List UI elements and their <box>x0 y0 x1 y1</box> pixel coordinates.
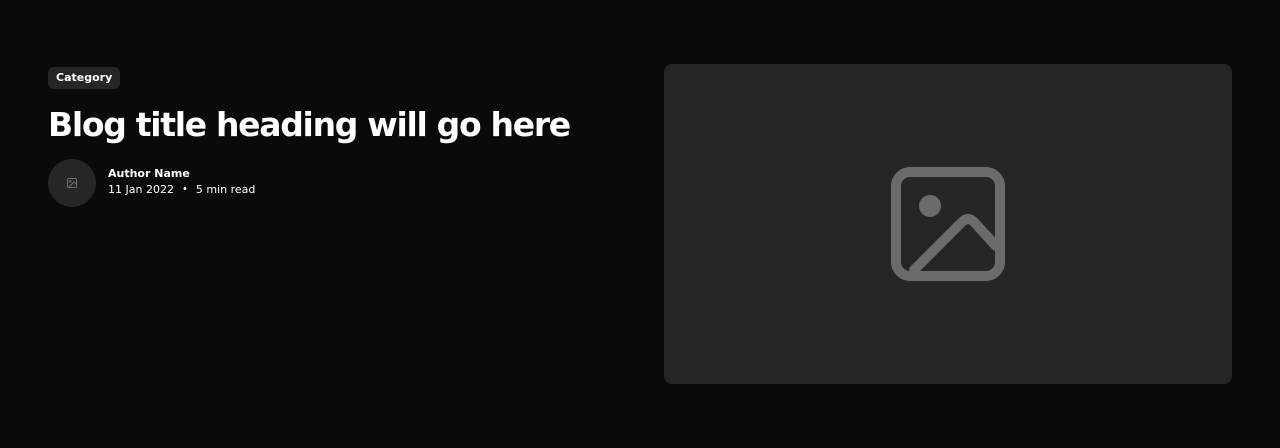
meta-separator: • <box>181 184 188 195</box>
author-block: Author Name 11 Jan 2022 • 5 min read <box>48 159 608 207</box>
hero-image-placeholder <box>664 64 1232 384</box>
image-placeholder-icon <box>67 178 77 188</box>
image-placeholder-icon <box>891 167 1005 281</box>
author-meta: Author Name 11 Jan 2022 • 5 min read <box>108 166 255 198</box>
post-title: Blog title heading will go here <box>48 105 571 144</box>
post-info: Category Blog title heading will go here… <box>48 66 608 207</box>
avatar <box>48 159 96 207</box>
read-time: 5 min read <box>195 183 256 196</box>
post-meta: 11 Jan 2022 • 5 min read <box>108 182 255 198</box>
category-tag[interactable]: Category <box>48 67 121 89</box>
blog-post-header: Category Blog title heading will go here… <box>0 0 1280 448</box>
author-name: Author Name <box>108 167 190 180</box>
post-date: 11 Jan 2022 <box>108 183 174 196</box>
